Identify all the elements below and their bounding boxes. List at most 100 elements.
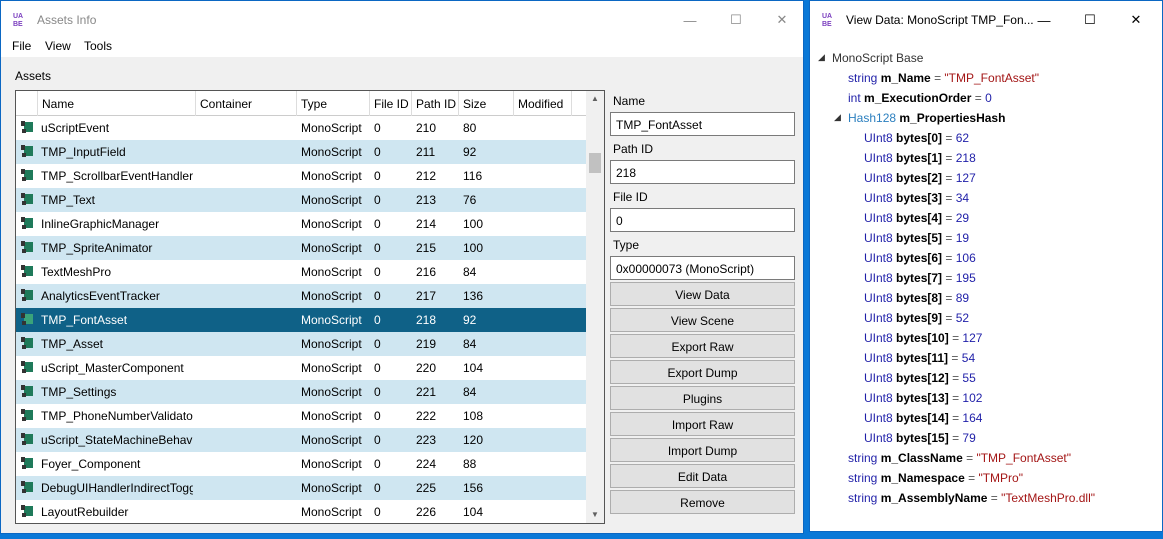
tree-node-root[interactable]: MonoScript Base [832,51,923,65]
equals-sign: = [952,371,960,385]
column-header-name[interactable]: Name [38,91,196,116]
table-row[interactable]: InlineGraphicManager MonoScript 0 214 100 [16,212,586,236]
type-field[interactable]: 0x00000073 (MonoScript) [610,256,795,280]
tree-node-namespace[interactable]: string m_Namespace = "TMPro" [848,471,1023,485]
export-raw-button[interactable]: Export Raw [610,334,795,358]
tree-node-byte[interactable]: UInt8 bytes[15] = 79 [864,431,976,445]
tree-node-byte[interactable]: UInt8 bytes[2] = 127 [864,171,976,185]
table-row[interactable]: DebugUIHandlerIndirectToggl MonoScript 0 22… [16,476,586,500]
type-keyword: UInt8 [864,191,893,205]
view-data-button[interactable]: View Data [610,282,795,306]
table-row[interactable]: LayoutRebuilder MonoScript 0 226 104 [16,500,586,523]
cell-type: MonoScript [301,361,362,375]
path-id-field[interactable]: 218 [610,160,795,184]
tree-node-byte[interactable]: UInt8 bytes[3] = 34 [864,191,969,205]
column-header-path-id[interactable]: Path ID [412,91,459,116]
tree-node-byte[interactable]: UInt8 bytes[14] = 164 [864,411,982,425]
table-row[interactable]: uScript_StateMachineBehavio MonoScript 0 22… [16,428,586,452]
table-row[interactable]: TextMeshPro MonoScript 0 216 84 [16,260,586,284]
equals-sign: = [990,491,998,505]
field-name: bytes[6] [896,251,943,265]
maximize-button[interactable]: ☐ [713,1,759,39]
table-row[interactable]: uScriptEvent MonoScript 0 210 80 [16,116,586,140]
column-header-type[interactable]: Type [297,91,370,116]
tree-node-byte[interactable]: UInt8 bytes[1] = 218 [864,151,976,165]
view-scene-button[interactable]: View Scene [610,308,795,332]
equals-sign: = [974,91,982,105]
edit-data-button[interactable]: Edit Data [610,464,795,488]
remove-button[interactable]: Remove [610,490,795,514]
column-header-container[interactable]: Container [196,91,297,116]
cell-name: uScript_StateMachineBehavio [41,433,193,447]
field-value: 0 [985,91,992,105]
view-minimize-button[interactable]: — [1021,1,1067,39]
minimize-button[interactable]: — [667,1,713,39]
scroll-up-icon[interactable]: ▲ [586,91,604,107]
tree-node-byte[interactable]: UInt8 bytes[6] = 106 [864,251,976,265]
menu-file[interactable]: File [12,39,31,53]
cell-type: MonoScript [301,481,362,495]
table-row[interactable]: TMP_ScrollbarEventHandler MonoScript 0 212 1… [16,164,586,188]
tree-node-byte[interactable]: UInt8 bytes[11] = 54 [864,351,975,365]
script-asset-icon [21,145,33,157]
column-header-file-id[interactable]: File ID [370,91,412,116]
collapse-hash-icon[interactable]: ◢ [834,112,841,123]
column-header-modified[interactable]: Modified [514,91,572,116]
table-row[interactable]: TMP_Settings MonoScript 0 221 84 [16,380,586,404]
cell-path-id: 225 [416,481,437,495]
field-value: 54 [961,351,976,365]
table-row[interactable]: TMP_SpriteAnimator MonoScript 0 215 100 [16,236,586,260]
table-row[interactable]: uScript_MasterComponent MonoScript 0 220 104 [16,356,586,380]
vertical-scrollbar[interactable]: ▲ ▼ [586,91,604,523]
tree-node-exec-order[interactable]: int m_ExecutionOrder = 0 [848,91,992,105]
tree-node-byte[interactable]: UInt8 bytes[10] = 127 [864,331,982,345]
cell-path-id: 214 [416,217,437,231]
equals-sign: = [945,251,953,265]
table-row[interactable]: AnalyticsEventTracker MonoScript 0 217 136 [16,284,586,308]
file-id-field[interactable]: 0 [610,208,795,232]
tree-node-byte[interactable]: UInt8 bytes[5] = 19 [864,231,969,245]
import-dump-button[interactable]: Import Dump [610,438,795,462]
table-row[interactable]: TMP_Text MonoScript 0 213 76 [16,188,586,212]
tree-node-byte[interactable]: UInt8 bytes[8] = 89 [864,291,969,305]
table-row[interactable]: TMP_Asset MonoScript 0 219 84 [16,332,586,356]
field-name: bytes[2] [896,171,943,185]
cell-type: MonoScript [301,337,362,351]
table-row[interactable]: TMP_PhoneNumberValidator MonoScript 0 222 10… [16,404,586,428]
name-field[interactable]: TMP_FontAsset [610,112,795,136]
tree-node-byte[interactable]: UInt8 bytes[7] = 195 [864,271,976,285]
tree-node-byte[interactable]: UInt8 bytes[0] = 62 [864,131,969,145]
script-asset-icon [21,409,33,421]
plugins-button[interactable]: Plugins [610,386,795,410]
table-row[interactable]: Foyer_Component MonoScript 0 224 88 [16,452,586,476]
tree-node-byte[interactable]: UInt8 bytes[12] = 55 [864,371,976,385]
menu-view[interactable]: View [45,39,71,53]
cell-name: uScriptEvent [41,121,110,135]
assets-table[interactable]: Name Container Type File ID Path ID Size… [15,90,605,524]
scroll-thumb[interactable] [589,153,601,173]
menu-tools[interactable]: Tools [84,39,112,53]
script-asset-icon [21,217,33,229]
field-name: bytes[3] [896,191,943,205]
tree-node-byte[interactable]: UInt8 bytes[4] = 29 [864,211,969,225]
tree-node-byte[interactable]: UInt8 bytes[13] = 102 [864,391,982,405]
import-raw-button[interactable]: Import Raw [610,412,795,436]
cell-path-id: 215 [416,241,437,255]
tree-node-m-name[interactable]: string m_Name = "TMP_FontAsset" [848,71,1039,85]
view-close-button[interactable]: ✕ [1113,1,1159,39]
path-id-label: Path ID [613,142,654,156]
type-keyword: UInt8 [864,351,893,365]
collapse-base-icon[interactable]: ◢ [818,52,825,63]
tree-node-class-name[interactable]: string m_ClassName = "TMP_FontAsset" [848,451,1071,465]
table-row[interactable]: TMP_InputField MonoScript 0 211 92 [16,140,586,164]
column-header-size[interactable]: Size [459,91,514,116]
tree-node-assembly[interactable]: string m_AssemblyName = "TextMeshPro.dll… [848,491,1095,505]
field-name: m_PropertiesHash [899,111,1006,125]
scroll-down-icon[interactable]: ▼ [586,507,604,523]
view-maximize-button[interactable]: ☐ [1067,1,1113,39]
close-button[interactable]: ✕ [759,1,805,39]
tree-node-byte[interactable]: UInt8 bytes[9] = 52 [864,311,969,325]
tree-node-hash[interactable]: Hash128 m_PropertiesHash [848,111,1005,125]
export-dump-button[interactable]: Export Dump [610,360,795,384]
table-row[interactable]: TMP_FontAsset MonoScript 0 218 92 [16,308,586,332]
